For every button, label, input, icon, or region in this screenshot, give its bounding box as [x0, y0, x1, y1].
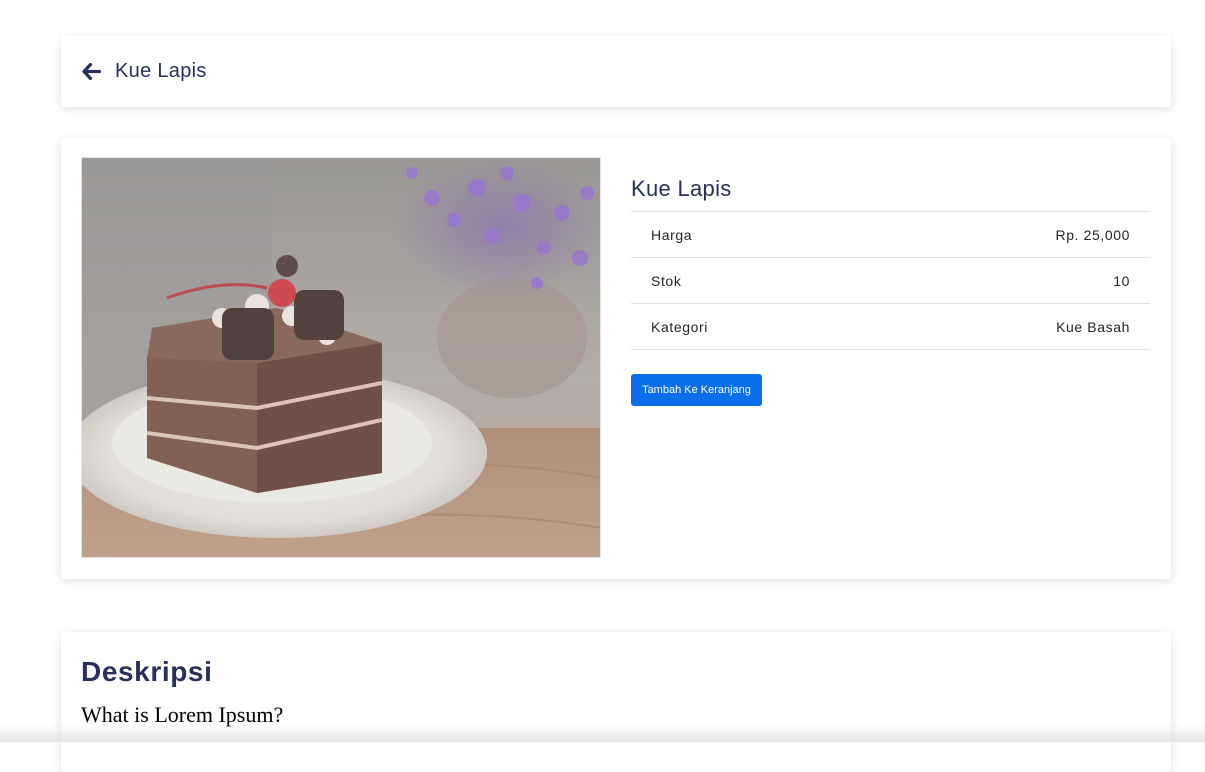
header-card: Kue Lapis	[61, 36, 1171, 107]
page-title: Kue Lapis	[115, 60, 207, 83]
detail-label-kategori: Kategori	[631, 304, 864, 350]
add-to-cart-button[interactable]: Tambah Ke Keranjang	[631, 374, 762, 406]
detail-value-kategori: Kue Basah	[864, 304, 1150, 350]
product-info: Kue Lapis Harga Rp. 25,000 Stok 10 Kateg…	[631, 176, 1150, 406]
back-button[interactable]	[81, 62, 101, 82]
description-heading: Deskripsi	[81, 656, 1151, 688]
product-card: Kue Lapis Harga Rp. 25,000 Stok 10 Kateg…	[61, 138, 1171, 579]
detail-label-harga: Harga	[631, 212, 864, 258]
detail-value-stok: 10	[864, 258, 1150, 304]
detail-value-harga: Rp. 25,000	[864, 212, 1150, 258]
description-card: Deskripsi What is Lorem Ipsum?	[61, 632, 1171, 772]
description-subheading: What is Lorem Ipsum?	[81, 702, 1151, 728]
product-details-table: Harga Rp. 25,000 Stok 10 Kategori Kue Ba…	[631, 211, 1150, 350]
table-row: Stok 10	[631, 258, 1150, 304]
product-name: Kue Lapis	[631, 176, 1150, 211]
detail-label-stok: Stok	[631, 258, 864, 304]
table-row: Kategori Kue Basah	[631, 304, 1150, 350]
table-row: Harga Rp. 25,000	[631, 212, 1150, 258]
arrow-left-icon	[82, 63, 101, 80]
product-image	[81, 157, 601, 558]
